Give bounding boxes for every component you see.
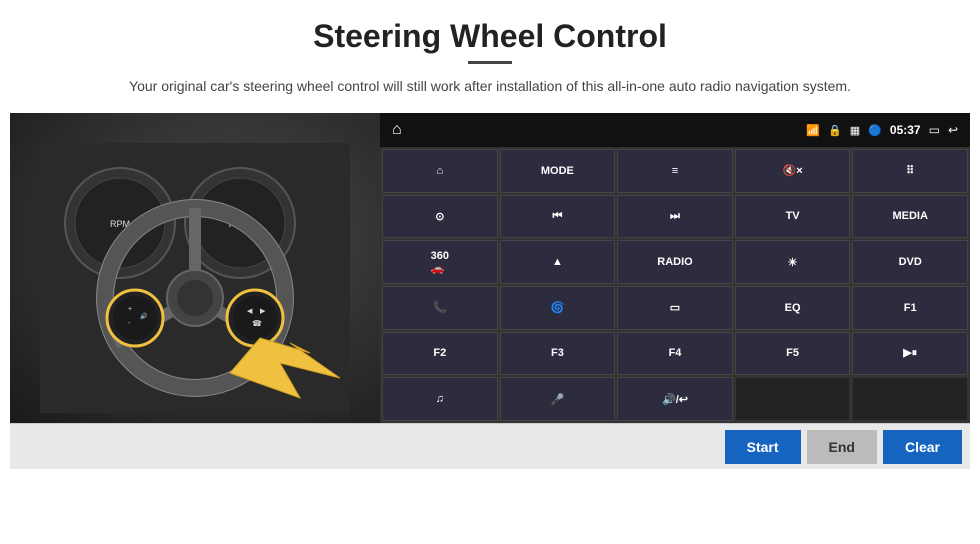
panel-top-bar: ⌂ 📶 🔒 ▦ 🔵 05:37 ▭ ↩	[380, 113, 970, 147]
grid-cell-0-1[interactable]: MODE	[500, 149, 616, 193]
grid-area: ⌂MODE≡🔇×⠿⊙⏮⏭TVMEDIA360 🚗▲RADIO☀DVD📞🌀▭EQF…	[380, 147, 970, 423]
grid-cell-5-0[interactable]: ♫	[382, 377, 498, 421]
grid-cell-3-0[interactable]: 📞	[382, 286, 498, 330]
steering-bg: RPM KM/H +	[10, 113, 380, 423]
grid-cell-1-0[interactable]: ⊙	[382, 195, 498, 239]
grid-cell-1-2[interactable]: ⏭	[617, 195, 733, 239]
grid-cell-0-2[interactable]: ≡	[617, 149, 733, 193]
grid-cell-0-0[interactable]: ⌂	[382, 149, 498, 193]
grid-cell-3-3[interactable]: EQ	[735, 286, 851, 330]
grid-row-0: ⌂MODE≡🔇×⠿	[382, 149, 968, 193]
start-button[interactable]: Start	[725, 430, 801, 464]
grid-cell-0-4[interactable]: ⠿	[852, 149, 968, 193]
bt-icon: 🔵	[868, 124, 882, 137]
grid-cell-3-1[interactable]: 🌀	[500, 286, 616, 330]
end-button[interactable]: End	[807, 430, 877, 464]
grid-cell-5-2[interactable]: 🔊/↩	[617, 377, 733, 421]
car-image: RPM KM/H +	[10, 113, 380, 423]
page-subtitle: Your original car's steering wheel contr…	[129, 76, 851, 97]
grid-cell-4-1[interactable]: F3	[500, 332, 616, 376]
bottom-bar: Start End Clear	[10, 423, 970, 469]
grid-cell-2-0[interactable]: 360 🚗	[382, 240, 498, 284]
back-icon[interactable]: ↩	[948, 123, 958, 137]
grid-cell-3-2[interactable]: ▭	[617, 286, 733, 330]
grid-cell-1-4[interactable]: MEDIA	[852, 195, 968, 239]
wifi-icon: 📶	[806, 124, 820, 137]
clear-button[interactable]: Clear	[883, 430, 962, 464]
panel-top-right: 📶 🔒 ▦ 🔵 05:37 ▭ ↩	[806, 123, 958, 137]
steering-wheel-svg: RPM KM/H +	[40, 143, 350, 413]
grid-cell-2-4[interactable]: DVD	[852, 240, 968, 284]
grid-row-3: 📞🌀▭EQF1	[382, 286, 968, 330]
home-icon[interactable]: ⌂	[392, 121, 402, 139]
grid-cell-5-3[interactable]	[735, 377, 851, 421]
grid-cell-1-3[interactable]: TV	[735, 195, 851, 239]
grid-cell-5-4[interactable]	[852, 377, 968, 421]
grid-cell-1-1[interactable]: ⏮	[500, 195, 616, 239]
grid-cell-4-0[interactable]: F2	[382, 332, 498, 376]
svg-text:+: +	[128, 306, 132, 313]
grid-cell-3-4[interactable]: F1	[852, 286, 968, 330]
page-container: Steering Wheel Control Your original car…	[0, 0, 980, 544]
grid-cell-2-2[interactable]: RADIO	[617, 240, 733, 284]
svg-text:◀: ◀	[247, 308, 253, 315]
content-row: RPM KM/H +	[10, 113, 970, 423]
grid-row-5: ♫🎤🔊/↩	[382, 377, 968, 421]
control-panel: ⌂ 📶 🔒 ▦ 🔵 05:37 ▭ ↩ ⌂MODE≡🔇×⠿⊙⏮⏭TVMEDIA3…	[380, 113, 970, 423]
svg-text:▶: ▶	[260, 308, 266, 315]
title-divider	[468, 61, 512, 64]
svg-text:☎: ☎	[252, 319, 262, 328]
grid-cell-4-3[interactable]: F5	[735, 332, 851, 376]
grid-row-4: F2F3F4F5▶⏸	[382, 332, 968, 376]
grid-cell-5-1[interactable]: 🎤	[500, 377, 616, 421]
lock-icon: 🔒	[828, 124, 842, 137]
page-title: Steering Wheel Control	[313, 18, 667, 55]
grid-cell-4-2[interactable]: F4	[617, 332, 733, 376]
grid-cell-2-3[interactable]: ☀	[735, 240, 851, 284]
grid-cell-4-4[interactable]: ▶⏸	[852, 332, 968, 376]
sim-icon: ▦	[850, 124, 860, 137]
svg-text:🔊: 🔊	[140, 312, 148, 320]
time-display: 05:37	[890, 123, 921, 137]
grid-cell-0-3[interactable]: 🔇×	[735, 149, 851, 193]
panel-top-left: ⌂	[392, 121, 402, 139]
screen-icon[interactable]: ▭	[929, 123, 940, 137]
grid-cell-2-1[interactable]: ▲	[500, 240, 616, 284]
grid-row-2: 360 🚗▲RADIO☀DVD	[382, 240, 968, 284]
grid-row-1: ⊙⏮⏭TVMEDIA	[382, 195, 968, 239]
